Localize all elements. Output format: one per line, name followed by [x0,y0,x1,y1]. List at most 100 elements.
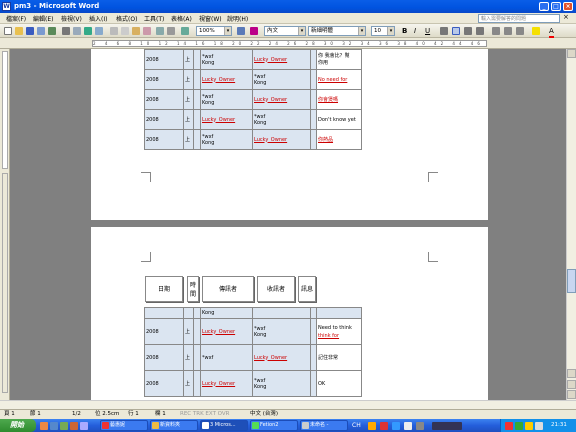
taskbar-item[interactable]: Fetion2 [250,420,298,431]
menu-insert[interactable]: 插入(I) [89,14,107,23]
menu-view[interactable]: 檢視(V) [61,14,82,23]
open-folder-icon[interactable] [15,27,23,35]
taskbar-item[interactable]: 藝惠妮 [100,420,148,431]
styles-icon[interactable] [250,27,258,35]
paste-icon[interactable] [132,27,140,35]
bullets-icon[interactable] [504,27,512,35]
save-icon[interactable] [26,27,34,35]
standard-toolbar: 100% ▾ 內文 ▾ 新細明體 ▾ 10 ▾ B I U A [0,24,576,38]
quicklaunch-icon[interactable] [80,422,88,430]
indent-icon[interactable] [516,27,524,35]
taskbar-item[interactable]: 新資料夾 [150,420,198,431]
status-section: 節 1 [30,411,41,417]
bold-button[interactable]: B [402,26,407,36]
tray-icon[interactable] [515,422,523,430]
status-bar: 頁 1 節 1 1/2 位 2.5cm 行 1 欄 1 REC TRK EXT … [0,409,576,419]
align-center-icon[interactable] [464,27,472,35]
header-time: 時間 [187,276,199,302]
tray-icon[interactable] [505,422,513,430]
menu-file[interactable]: 檔案(F) [6,14,26,23]
ime-icon[interactable] [404,422,412,430]
ime-icon[interactable] [368,422,376,430]
menu-edit[interactable]: 編輯(E) [33,14,53,23]
menu-table[interactable]: 表格(A) [171,14,192,23]
quicklaunch-icon[interactable] [40,422,48,430]
zoom-select[interactable]: 100% ▾ [196,26,232,36]
new-doc-icon[interactable] [4,27,12,35]
document-page[interactable]: 日期 時間 傳訊者 收訊者 訊息 Kong 2008 上 Lucky_Owner… [91,227,488,400]
table-cell [193,49,201,70]
cell-text: No need for [318,76,348,83]
taskbar-item[interactable]: 3 Micros... [200,420,248,431]
table-cell: 上 [183,344,194,371]
quicklaunch-icon[interactable] [60,422,68,430]
system-tray: 21:31 [500,419,576,432]
clock[interactable]: 21:31 [551,419,567,432]
format-painter-icon[interactable] [143,27,151,35]
ime-icon[interactable] [380,422,388,430]
header-sender: 傳訊者 [202,276,254,302]
print-preview-icon[interactable] [73,27,81,35]
close-button[interactable]: × [563,2,573,11]
minimize-button[interactable]: _ [539,2,549,11]
print-icon[interactable] [62,27,70,35]
quicklaunch-icon[interactable] [50,422,58,430]
next-page-icon[interactable] [567,390,576,399]
table-cell: *wxf [200,344,253,371]
email-icon[interactable] [48,27,56,35]
table-cell [316,307,362,319]
table-cell [193,307,201,319]
font-size-select[interactable]: 10 ▾ [371,26,395,36]
highlight-icon[interactable] [532,27,540,35]
research-icon[interactable] [95,27,103,35]
font-color-button[interactable]: A [549,26,554,38]
ime-icon[interactable] [392,422,400,430]
vertical-scrollbar[interactable] [566,49,576,400]
document-page[interactable]: 2008 上 *wxf Kong Lucky_Owner 你 我會比？幫 你用 20… [91,49,488,220]
doc-close-icon[interactable]: × [563,13,569,21]
maximize-button[interactable]: □ [551,2,561,11]
permission-icon[interactable] [37,27,45,35]
align-right-icon[interactable] [476,27,484,35]
table-row: 2008 上 *wxf Kong Lucky_Owner 你 我會比？幫 你用 [144,49,362,70]
menu-format[interactable]: 格式(O) [116,14,137,23]
font-select[interactable]: 新細明體 ▾ [308,26,366,36]
ruler-scale: 2 4 6 8 10 12 14 16 18 20 22 24 26 28 30… [92,40,487,47]
header-message: 訊息 [298,276,316,302]
read-mode-icon[interactable] [237,27,245,35]
prev-page-icon[interactable] [567,380,576,389]
help-icon[interactable] [416,422,424,430]
tray-icon[interactable] [525,422,533,430]
start-button[interactable]: 開始 [0,419,36,432]
document-area[interactable]: 2008 上 *wxf Kong Lucky_Owner 你 我會比？幫 你用 20… [10,49,566,400]
style-select[interactable]: 內文 ▾ [264,26,306,36]
table-cell [193,318,201,345]
cut-icon[interactable] [110,27,118,35]
scroll-down-icon[interactable] [567,369,576,378]
redo-icon[interactable] [167,27,175,35]
menu-tools[interactable]: 工具(T) [144,14,164,23]
volume-icon[interactable] [535,422,543,430]
zoom-value: 100% [199,28,215,34]
scroll-up-icon[interactable] [567,49,576,58]
quicklaunch-icon[interactable] [70,422,78,430]
table-cell [193,69,201,90]
horizontal-scrollbar[interactable] [0,400,576,409]
menu-window[interactable]: 視窗(W) [199,14,222,23]
menu-help[interactable]: 說明(H) [227,14,248,23]
italic-button[interactable]: I [414,26,416,36]
scroll-thumb[interactable] [567,269,576,293]
undo-icon[interactable] [156,27,164,35]
taskbar-item[interactable]: 未命名 - [300,420,348,431]
copy-icon[interactable] [121,27,129,35]
input-language[interactable]: CH [352,420,361,431]
table-cell: Need to think think for [316,318,362,345]
underline-button[interactable]: U [425,26,430,36]
help-search-input[interactable]: 輸入需要解答的問題 [478,14,560,23]
align-left-icon[interactable] [440,27,448,35]
numbering-icon[interactable] [492,27,500,35]
table-icon[interactable] [181,27,189,35]
spelling-icon[interactable] [84,27,92,35]
cell-text: 你 我會比？幫 [318,52,350,59]
align-justify-icon[interactable] [452,27,460,35]
